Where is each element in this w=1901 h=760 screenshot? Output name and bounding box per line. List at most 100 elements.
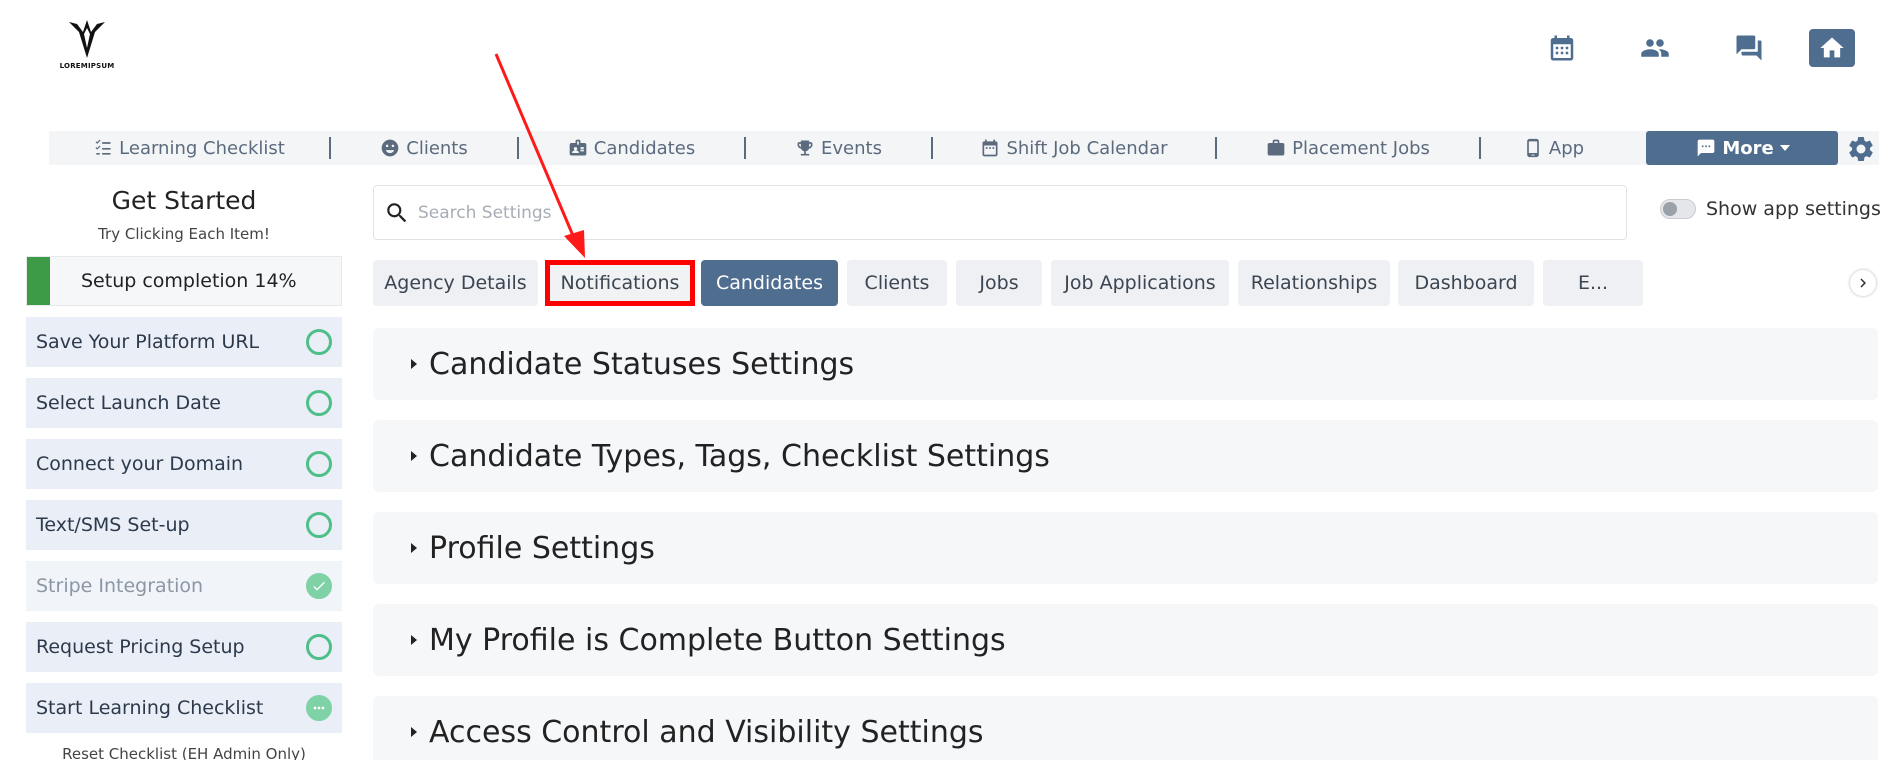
tab-agency-details[interactable]: Agency Details xyxy=(373,260,538,306)
calendar-button[interactable] xyxy=(1540,26,1584,70)
nav-learning-checklist[interactable]: Learning Checklist xyxy=(49,131,329,165)
checklist-item-label: Request Pricing Setup xyxy=(36,636,245,658)
nav-label: App xyxy=(1548,137,1585,159)
section-title: Access Control and Visibility Settings xyxy=(429,714,984,750)
checklist-item[interactable]: Save Your Platform URL xyxy=(26,317,342,367)
search-input[interactable] xyxy=(418,202,1518,223)
checklist-item[interactable]: Text/SMS Set-up xyxy=(26,500,342,550)
search-settings-box xyxy=(373,185,1627,240)
chat-icon xyxy=(1736,35,1762,61)
checklist-item-label: Save Your Platform URL xyxy=(36,331,260,353)
calendar-icon xyxy=(1550,35,1574,61)
progress-fill xyxy=(27,257,51,305)
check-open-icon xyxy=(306,512,332,538)
more-menu-button[interactable]: More xyxy=(1646,131,1838,165)
settings-section[interactable]: My Profile is Complete Button Settings xyxy=(373,604,1878,676)
checklist-item[interactable]: Request Pricing Setup xyxy=(26,622,342,672)
sidebar-title: Get Started xyxy=(111,186,257,215)
nav-label: Placement Jobs xyxy=(1292,137,1430,159)
progress-label: Setup completion 14% xyxy=(81,270,297,292)
caret-right-icon xyxy=(411,635,417,645)
in-progress-icon xyxy=(306,695,332,721)
nav-app[interactable]: App xyxy=(1481,131,1626,165)
settings-section[interactable]: Candidate Statuses Settings xyxy=(373,328,1878,400)
gear-icon xyxy=(1849,136,1873,161)
checklist-icon xyxy=(95,139,111,155)
nav-label: Learning Checklist xyxy=(119,137,285,159)
section-title: Profile Settings xyxy=(429,530,655,566)
mobile-icon xyxy=(1527,138,1539,158)
check-done-icon xyxy=(306,573,332,599)
section-title: Candidate Statuses Settings xyxy=(429,346,855,382)
caret-right-icon xyxy=(411,451,417,461)
reset-checklist-link[interactable]: Reset Checklist (EH Admin Only) xyxy=(26,745,342,760)
company-logo: LOREMIPSUM xyxy=(60,18,114,76)
tab-notifications[interactable]: Notifications xyxy=(545,260,695,306)
checklist-item-label: Stripe Integration xyxy=(36,575,204,597)
id-badge-icon xyxy=(569,139,587,156)
setup-progress-bar: Setup completion 14% xyxy=(26,256,342,306)
nav-events[interactable]: Events xyxy=(746,131,931,165)
people-button[interactable] xyxy=(1633,26,1677,70)
nav-clients[interactable]: Clients xyxy=(331,131,517,165)
tabs-scroll-right-button[interactable] xyxy=(1850,270,1876,296)
tab-clients[interactable]: Clients xyxy=(847,260,947,306)
chevron-down-icon xyxy=(1779,145,1790,151)
toggle-switch[interactable] xyxy=(1660,199,1696,219)
checklist-item[interactable]: Stripe Integration xyxy=(26,561,342,611)
logo-brand-text: LOREMIPSUM xyxy=(59,62,115,70)
messages-button[interactable] xyxy=(1727,26,1771,70)
checklist-item-label: Connect your Domain xyxy=(36,453,244,475)
show-app-settings-toggle[interactable]: Show app settings xyxy=(1660,198,1881,220)
checklist-item[interactable]: Start Learning Checklist xyxy=(26,683,342,733)
tab-jobs[interactable]: Jobs xyxy=(956,260,1042,306)
toggle-label: Show app settings xyxy=(1706,198,1881,220)
nav-label: Candidates xyxy=(593,137,696,159)
check-open-icon xyxy=(306,329,332,355)
check-open-icon xyxy=(306,390,332,416)
checklist-item[interactable]: Select Launch Date xyxy=(26,378,342,428)
get-started-sidebar: Get Started Try Clicking Each Item! Setu… xyxy=(26,184,342,760)
more-label: More xyxy=(1722,137,1774,159)
nav-label: Clients xyxy=(406,137,468,159)
people-icon xyxy=(1641,39,1669,57)
check-open-icon xyxy=(306,451,332,477)
settings-section[interactable]: Access Control and Visibility Settings xyxy=(373,696,1878,760)
logo-emblem-icon xyxy=(69,20,105,58)
caret-right-icon xyxy=(411,543,417,553)
nav-candidates[interactable]: Candidates xyxy=(519,131,744,165)
toggle-knob xyxy=(1663,202,1677,216)
section-title: Candidate Types, Tags, Checklist Setting… xyxy=(429,438,1050,474)
section-title: My Profile is Complete Button Settings xyxy=(429,622,1006,658)
search-icon xyxy=(387,202,407,222)
tab-job-applications[interactable]: Job Applications xyxy=(1051,260,1229,306)
calendar-icon xyxy=(982,139,998,157)
settings-tabs: Agency Details Notifications Candidates Cli… xyxy=(373,260,1878,306)
tab-dashboard[interactable]: Dashboard xyxy=(1398,260,1534,306)
settings-section[interactable]: Profile Settings xyxy=(373,512,1878,584)
checklist-item-label: Select Launch Date xyxy=(36,392,221,414)
nav-label: Events xyxy=(821,137,882,159)
caret-right-icon xyxy=(411,359,417,369)
nav-shift-job-calendar[interactable]: Shift Job Calendar xyxy=(933,131,1215,165)
clients-icon xyxy=(381,139,399,157)
sidebar-subtitle: Try Clicking Each Item! xyxy=(98,225,270,243)
chat-bubble-icon xyxy=(1697,139,1715,157)
tab-candidates[interactable]: Candidates xyxy=(701,260,838,306)
nav-placement-jobs[interactable]: Placement Jobs xyxy=(1217,131,1479,165)
checklist-item-label: Text/SMS Set-up xyxy=(36,514,190,536)
settings-gear-button[interactable] xyxy=(1846,134,1876,164)
briefcase-icon xyxy=(1267,139,1285,156)
caret-right-icon xyxy=(411,727,417,737)
tab-e[interactable]: E... xyxy=(1543,260,1643,306)
chevron-right-icon xyxy=(1860,278,1866,288)
main-nav: Learning Checklist Clients Candidates Ev… xyxy=(49,131,1879,165)
checklist-item-label: Start Learning Checklist xyxy=(36,697,264,719)
settings-section[interactable]: Candidate Types, Tags, Checklist Setting… xyxy=(373,420,1878,492)
tab-relationships[interactable]: Relationships xyxy=(1238,260,1390,306)
checklist-item[interactable]: Connect your Domain xyxy=(26,439,342,489)
nav-label: Shift Job Calendar xyxy=(1006,137,1168,159)
trophy-icon xyxy=(797,140,813,156)
home-button[interactable] xyxy=(1809,29,1855,67)
home-icon xyxy=(1820,37,1844,58)
